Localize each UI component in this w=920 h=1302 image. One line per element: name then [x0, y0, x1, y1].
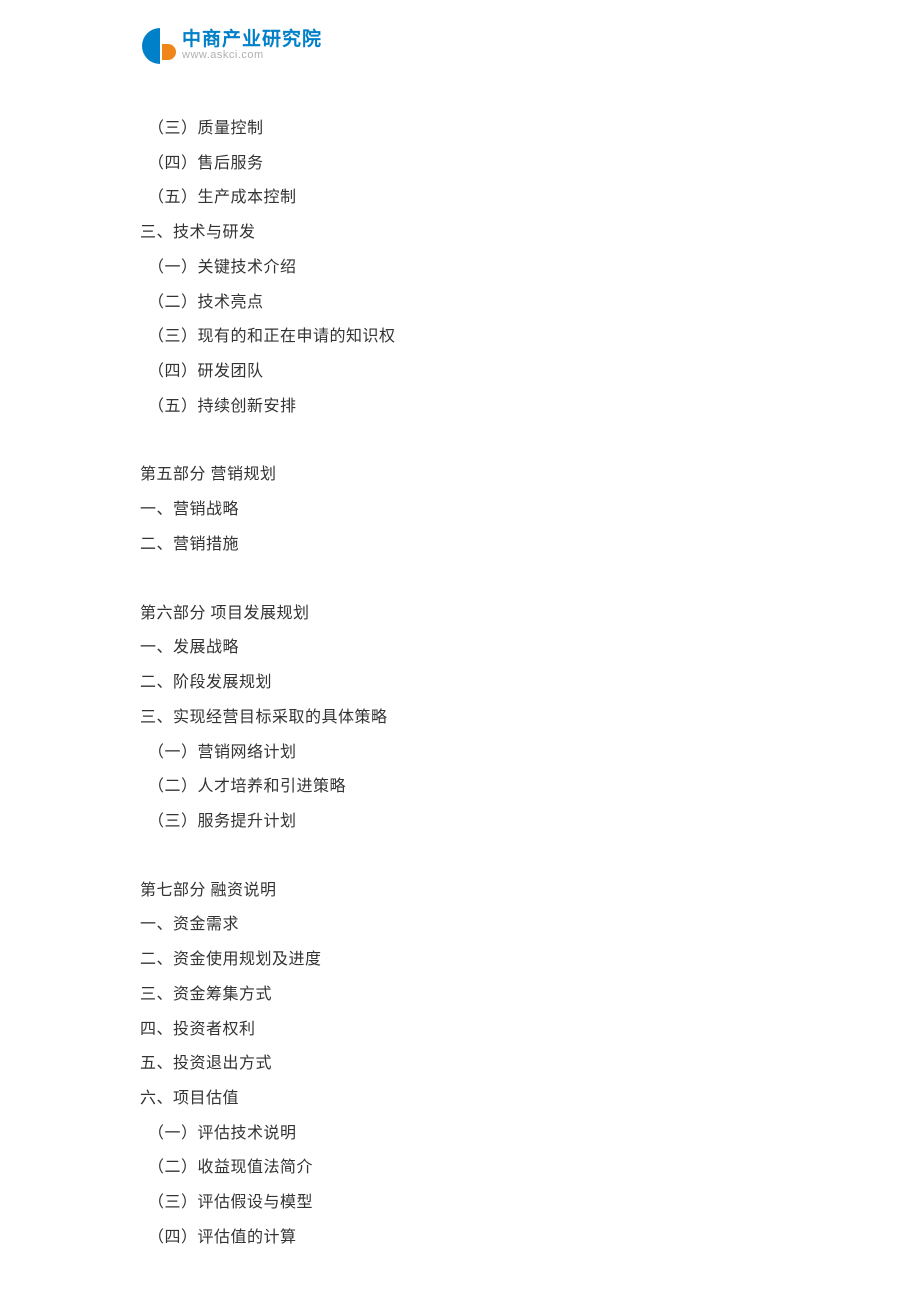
toc-line: （五）生产成本控制	[140, 181, 780, 216]
toc-line: （一）关键技术介绍	[140, 251, 780, 286]
toc-line: 五、投资退出方式	[140, 1047, 780, 1082]
toc-line: （二）收益现值法简介	[140, 1151, 780, 1186]
toc-line: （四）售后服务	[140, 147, 780, 182]
toc-line: 二、阶段发展规划	[140, 666, 780, 701]
toc-line: 四、投资者权利	[140, 1013, 780, 1048]
toc-line: 二、营销措施	[140, 528, 780, 563]
toc-line: 第五部分 营销规划	[140, 458, 780, 493]
toc-line: 六、项目估值	[140, 1082, 780, 1117]
toc-line: （一）营销网络计划	[140, 736, 780, 771]
toc-line: 第七部分 融资说明	[140, 874, 780, 909]
toc-line: （三）质量控制	[140, 112, 780, 147]
toc-line: 三、实现经营目标采取的具体策略	[140, 701, 780, 736]
toc-line: 三、资金筹集方式	[140, 978, 780, 1013]
toc-line: （二）技术亮点	[140, 286, 780, 321]
section-gap	[140, 563, 780, 597]
header-logo: 中商产业研究院 www.askci.com	[142, 28, 322, 64]
toc-line: （四）评估值的计算	[140, 1221, 780, 1256]
toc-content: （三）质量控制（四）售后服务（五）生产成本控制三、技术与研发（一）关键技术介绍（…	[140, 112, 780, 1256]
toc-line: 三、技术与研发	[140, 216, 780, 251]
toc-line: （三）评估假设与模型	[140, 1186, 780, 1221]
toc-line: 一、营销战略	[140, 493, 780, 528]
toc-line: 第六部分 项目发展规划	[140, 597, 780, 632]
logo-text-cn: 中商产业研究院	[182, 30, 322, 49]
toc-line: （二）人才培养和引进策略	[140, 770, 780, 805]
section-gap	[140, 840, 780, 874]
logo-icon	[142, 28, 178, 64]
toc-line: （三）服务提升计划	[140, 805, 780, 840]
toc-line: （三）现有的和正在申请的知识权	[140, 320, 780, 355]
toc-line: 一、发展战略	[140, 631, 780, 666]
toc-line: （一）评估技术说明	[140, 1117, 780, 1152]
toc-line: （五）持续创新安排	[140, 390, 780, 425]
section-gap	[140, 424, 780, 458]
toc-line: 一、资金需求	[140, 908, 780, 943]
toc-line: 二、资金使用规划及进度	[140, 943, 780, 978]
logo-text-en: www.askci.com	[182, 49, 322, 62]
toc-line: （四）研发团队	[140, 355, 780, 390]
